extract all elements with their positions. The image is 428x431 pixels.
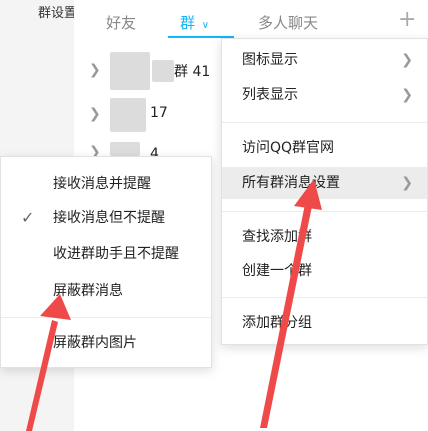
annotation-arrow-left (26, 294, 71, 431)
annotation-arrow-right (260, 179, 322, 428)
annotation-arrows (26, 179, 322, 431)
